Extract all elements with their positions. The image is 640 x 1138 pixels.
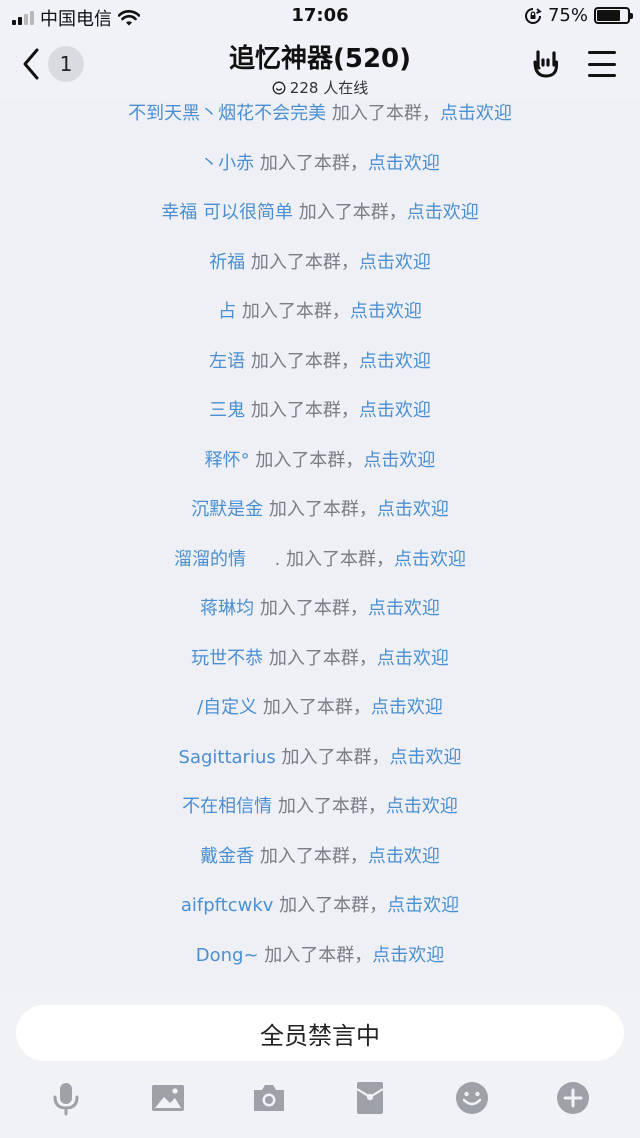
join-text: 加入了本群， (245, 251, 359, 273)
join-notice: 幸福 可以很简单 加入了本群，点击欢迎 (0, 201, 640, 225)
welcome-link[interactable]: 点击欢迎 (350, 301, 422, 322)
member-name[interactable]: 蒋琳均 (200, 598, 254, 619)
nav-actions (530, 48, 616, 80)
member-name[interactable]: 溜溜的情 (174, 549, 246, 570)
member-name[interactable]: 不在相信情 (182, 796, 272, 817)
member-name[interactable]: 左语 (209, 351, 245, 372)
menu-icon[interactable] (588, 51, 616, 77)
welcome-link[interactable]: 点击欢迎 (363, 450, 435, 471)
member-name[interactable]: 占 (218, 301, 236, 322)
member-name[interactable]: Sagittarius (179, 747, 276, 768)
join-text: 加入了本群， (254, 598, 368, 619)
all-muted-bar: 全员禁言中 (16, 1005, 624, 1061)
welcome-link[interactable]: 点击欢迎 (372, 945, 444, 966)
welcome-link[interactable]: 点击欢迎 (407, 202, 479, 223)
member-name[interactable]: 祈福 (209, 252, 245, 273)
welcome-link[interactable]: 点击欢迎 (386, 796, 458, 817)
online-smile-icon (272, 81, 286, 94)
join-text: 加入了本群， (273, 895, 388, 916)
join-notice: 祈福 加入了本群，点击欢迎 (0, 251, 640, 275)
join-notice: 三鬼 加入了本群，点击欢迎 (0, 399, 640, 423)
welcome-link[interactable]: 点击欢迎 (359, 400, 431, 421)
message-list[interactable]: 不到天黑丶烟花不会完美 加入了本群，点击欢迎 丶小赤 加入了本群，点击欢迎 幸福 可… (0, 100, 640, 992)
member-name[interactable]: 不到天黑丶烟花不会完美 (128, 103, 326, 124)
battery-icon (594, 7, 633, 24)
welcome-link[interactable]: 点击欢迎 (440, 103, 512, 124)
red-packet-icon[interactable] (350, 1078, 390, 1118)
input-toolbar (0, 1078, 640, 1122)
online-count: 228 人在线 (289, 79, 369, 97)
rock-hand-icon[interactable] (530, 48, 562, 80)
bottom-panel: 全员禁言中 (0, 992, 640, 1138)
battery-percent: 75% (547, 5, 588, 26)
online-status: 228 人在线 (0, 77, 640, 98)
welcome-link[interactable]: 点击欢迎 (377, 499, 449, 520)
member-name[interactable]: 玩世不恭 (191, 648, 263, 669)
welcome-link[interactable]: 点击欢迎 (371, 697, 443, 718)
welcome-link[interactable]: 点击欢迎 (368, 153, 440, 174)
join-notice: 沉默是金 加入了本群，点击欢迎 (0, 498, 640, 522)
camera-icon[interactable] (249, 1078, 289, 1118)
member-name[interactable]: /自定义 (197, 697, 257, 718)
member-name[interactable]: Dong~ (196, 945, 259, 966)
welcome-link[interactable]: 点击欢迎 (394, 549, 466, 570)
join-notice: 释怀° 加入了本群，点击欢迎 (0, 449, 640, 473)
member-name[interactable]: 沉默是金 (191, 499, 263, 520)
welcome-link[interactable]: 点击欢迎 (387, 895, 459, 916)
join-text: 加入了本群， (236, 301, 350, 322)
join-text: 加入了本群， (245, 400, 359, 421)
join-notice: 不在相信情 加入了本群，点击欢迎 (0, 795, 640, 819)
join-notice: 不到天黑丶烟花不会完美 加入了本群，点击欢迎 (0, 102, 640, 126)
join-text: 加入了本群， (293, 202, 407, 223)
join-notice: /自定义 加入了本群，点击欢迎 (0, 696, 640, 720)
welcome-link[interactable]: 点击欢迎 (389, 747, 461, 768)
welcome-link[interactable]: 点击欢迎 (359, 351, 431, 372)
join-text: 加入了本群， (257, 697, 371, 718)
join-notice: 玩世不恭 加入了本群，点击欢迎 (0, 647, 640, 671)
join-notice: 蒋琳均 加入了本群，点击欢迎 (0, 597, 640, 621)
emoji-icon[interactable] (452, 1078, 492, 1118)
join-text: 加入了本群， (272, 796, 386, 817)
status-bar: 中国电信 17:06 75% (0, 0, 640, 32)
join-text: 加入了本群， (258, 944, 373, 966)
join-text: 加入了本群， (254, 152, 368, 174)
welcome-link[interactable]: 点击欢迎 (368, 598, 440, 619)
join-notice: 丶小赤 加入了本群，点击欢迎 (0, 152, 640, 176)
member-name[interactable]: 戴金香 (200, 846, 254, 867)
welcome-link[interactable]: 点击欢迎 (359, 252, 431, 273)
member-name[interactable]: 幸福 可以很简单 (161, 202, 293, 223)
join-text: 加入了本群， (326, 103, 440, 124)
join-text: 加入了本群， (254, 845, 368, 867)
member-name[interactable]: 释怀° (205, 450, 250, 471)
member-name[interactable]: 丶小赤 (200, 153, 254, 174)
image-icon[interactable] (148, 1078, 188, 1118)
join-text: 加入了本群， (249, 449, 364, 471)
join-text: 加入了本群， (245, 350, 359, 372)
welcome-link[interactable]: 点击欢迎 (377, 648, 449, 669)
join-notice: 占 加入了本群，点击欢迎 (0, 300, 640, 324)
microphone-icon[interactable] (46, 1078, 86, 1118)
join-notice: Dong~ 加入了本群，点击欢迎 (0, 944, 640, 968)
join-text: 加入了本群， (275, 746, 390, 768)
join-notice: 左语 加入了本群，点击欢迎 (0, 350, 640, 374)
orientation-lock-icon (524, 7, 542, 24)
nav-bar: 1 追忆神器(520) 228 人在线 (0, 32, 640, 100)
join-notice: aifpftcwkv 加入了本群，点击欢迎 (0, 894, 640, 918)
member-name[interactable]: aifpftcwkv (181, 895, 274, 916)
join-text: 加入了本群， (263, 647, 377, 669)
welcome-link[interactable]: 点击欢迎 (368, 846, 440, 867)
join-text: . 加入了本群， (245, 548, 395, 570)
plus-icon[interactable] (553, 1078, 593, 1118)
status-right: 75% (524, 5, 633, 26)
join-text: 加入了本群， (263, 499, 377, 520)
member-name[interactable]: 三鬼 (209, 400, 245, 421)
join-notice: 戴金香 加入了本群，点击欢迎 (0, 845, 640, 869)
join-notice: Sagittarius 加入了本群，点击欢迎 (0, 746, 640, 770)
join-notice: 溜溜的情 . 加入了本群，点击欢迎 (0, 548, 640, 572)
